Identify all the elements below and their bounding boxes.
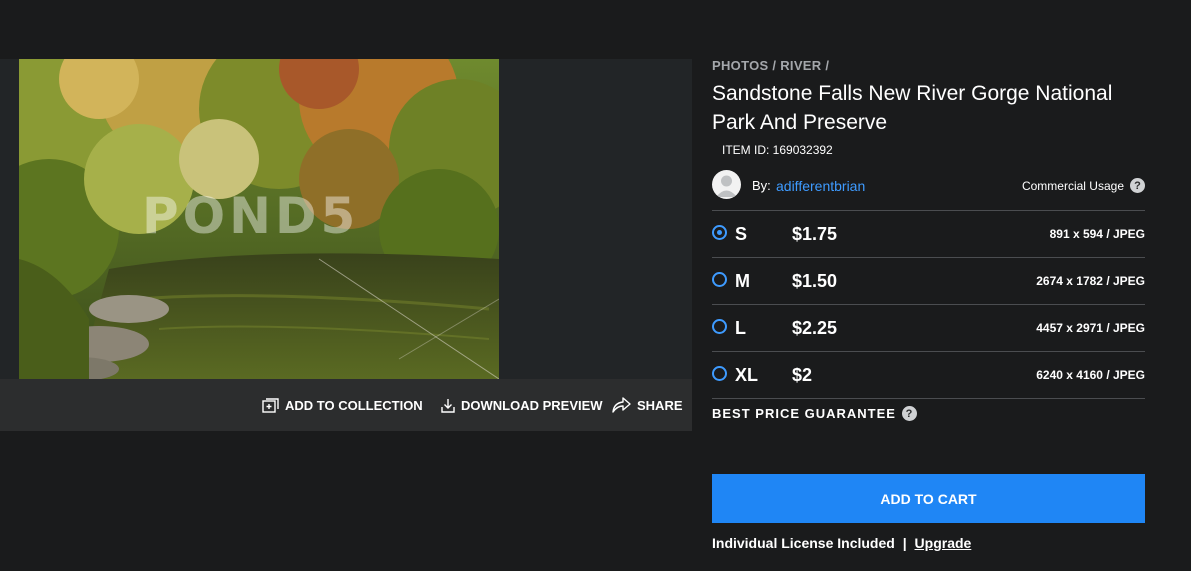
commercial-usage-label: Commercial Usage xyxy=(1021,178,1124,193)
size-option-xl[interactable]: XL $2 6240 x 4160 / JPEG xyxy=(712,352,1145,399)
add-collection-icon xyxy=(262,397,279,413)
breadcrumb-separator: / xyxy=(772,58,777,73)
add-to-collection-button[interactable]: ADD TO COLLECTION xyxy=(262,379,423,431)
size-radio-m[interactable] xyxy=(712,272,727,287)
size-dimensions: 891 x 594 / JPEG xyxy=(1049,227,1145,241)
add-to-collection-label: ADD TO COLLECTION xyxy=(285,397,423,413)
media-panel: POND5 xyxy=(0,59,692,379)
breadcrumb-separator: / xyxy=(825,58,830,73)
breadcrumb: PHOTOS / RIVER / xyxy=(712,58,829,73)
by-label: By: xyxy=(752,178,771,193)
size-code: S xyxy=(735,224,748,244)
download-icon xyxy=(441,398,455,413)
user-icon xyxy=(716,175,737,197)
page-title: Sandstone Falls New River Gorge National… xyxy=(712,82,1113,134)
license-separator: | xyxy=(902,535,907,551)
pond5-watermark: POND5 xyxy=(142,187,360,245)
breadcrumb-photos[interactable]: PHOTOS xyxy=(712,58,768,73)
item-id: ITEM ID: 169032392 xyxy=(722,143,833,157)
size-option-s[interactable]: S $1.75 891 x 594 / JPEG xyxy=(712,211,1145,258)
share-label: SHARE xyxy=(637,397,683,413)
size-option-l[interactable]: L $2.25 4457 x 2971 / JPEG xyxy=(712,305,1145,352)
share-button[interactable]: SHARE xyxy=(611,379,683,431)
size-code: XL xyxy=(735,365,759,385)
size-code: M xyxy=(735,271,750,291)
item-details: PHOTOS / RIVER / Sandstone Falls New Riv… xyxy=(712,0,1145,571)
size-dimensions: 2674 x 1782 / JPEG xyxy=(1036,274,1145,288)
avatar[interactable] xyxy=(712,170,741,199)
license-info: Individual License Included | Upgrade xyxy=(712,535,971,551)
size-radio-xl[interactable] xyxy=(712,366,727,381)
preview-image[interactable]: POND5 xyxy=(19,59,499,379)
best-price-guarantee: BEST PRICE GUARANTEE ? xyxy=(712,406,917,421)
size-radio-l[interactable] xyxy=(712,319,727,334)
author-row: By: adifferentbrian Commercial Usage ? xyxy=(712,170,1145,200)
size-code: L xyxy=(735,318,746,338)
download-preview-button[interactable]: DOWNLOAD PREVIEW xyxy=(441,379,603,431)
breadcrumb-river[interactable]: RIVER xyxy=(780,58,821,73)
author-link[interactable]: adifferentbrian xyxy=(776,178,865,194)
size-dimensions: 6240 x 4160 / JPEG xyxy=(1036,368,1145,382)
size-price: $1.75 xyxy=(792,224,838,244)
size-option-m[interactable]: M $1.50 2674 x 1782 / JPEG xyxy=(712,258,1145,305)
download-preview-label: DOWNLOAD PREVIEW xyxy=(461,397,603,413)
preview-toolbar: ADD TO COLLECTION DOWNLOAD PREVIEW SHARE xyxy=(0,379,692,431)
share-icon xyxy=(612,397,631,413)
help-icon[interactable]: ? xyxy=(901,406,917,421)
size-options: S $1.75 891 x 594 / JPEG M $1.50 2674 x … xyxy=(712,210,1145,399)
commercial-usage-info[interactable]: Commercial Usage ? xyxy=(1022,178,1145,193)
size-dimensions: 4457 x 2971 / JPEG xyxy=(1036,321,1145,335)
upgrade-link[interactable]: Upgrade xyxy=(915,535,972,551)
size-price: $2.25 xyxy=(792,318,838,338)
help-icon[interactable]: ? xyxy=(1130,178,1145,193)
size-price: $1.50 xyxy=(792,271,838,291)
add-to-cart-button[interactable]: ADD TO CART xyxy=(712,474,1145,523)
size-price: $2 xyxy=(792,365,813,385)
license-label: Individual License Included xyxy=(712,535,895,551)
guarantee-label: BEST PRICE GUARANTEE xyxy=(712,406,896,421)
size-radio-s[interactable] xyxy=(712,225,727,240)
